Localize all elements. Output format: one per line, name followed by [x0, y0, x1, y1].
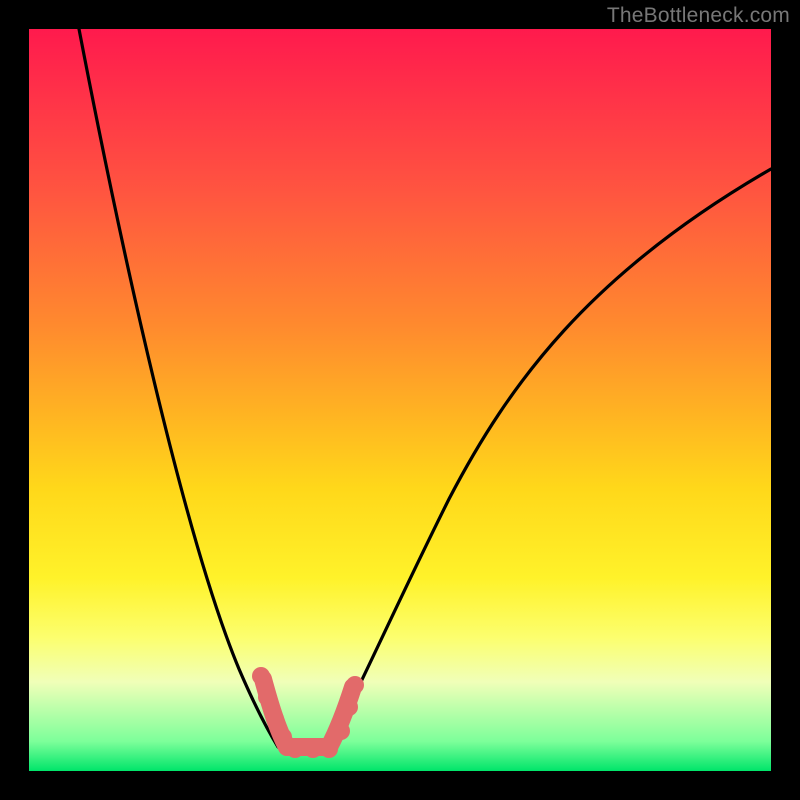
- curve-left: [79, 29, 278, 747]
- watermark-text: TheBottleneck.com: [607, 4, 790, 28]
- highlight-dot: [320, 740, 338, 758]
- highlight-dot: [346, 676, 364, 694]
- highlight-dot: [258, 688, 276, 706]
- highlight-dot: [286, 740, 304, 758]
- highlight-dot: [266, 710, 284, 728]
- curve-right: [329, 169, 771, 747]
- highlight-dot: [252, 667, 270, 685]
- chart-svg: [29, 29, 771, 771]
- highlight-dot: [340, 698, 358, 716]
- highlight-dot: [304, 740, 322, 758]
- curve-group: [79, 29, 771, 747]
- highlight-dot: [332, 722, 350, 740]
